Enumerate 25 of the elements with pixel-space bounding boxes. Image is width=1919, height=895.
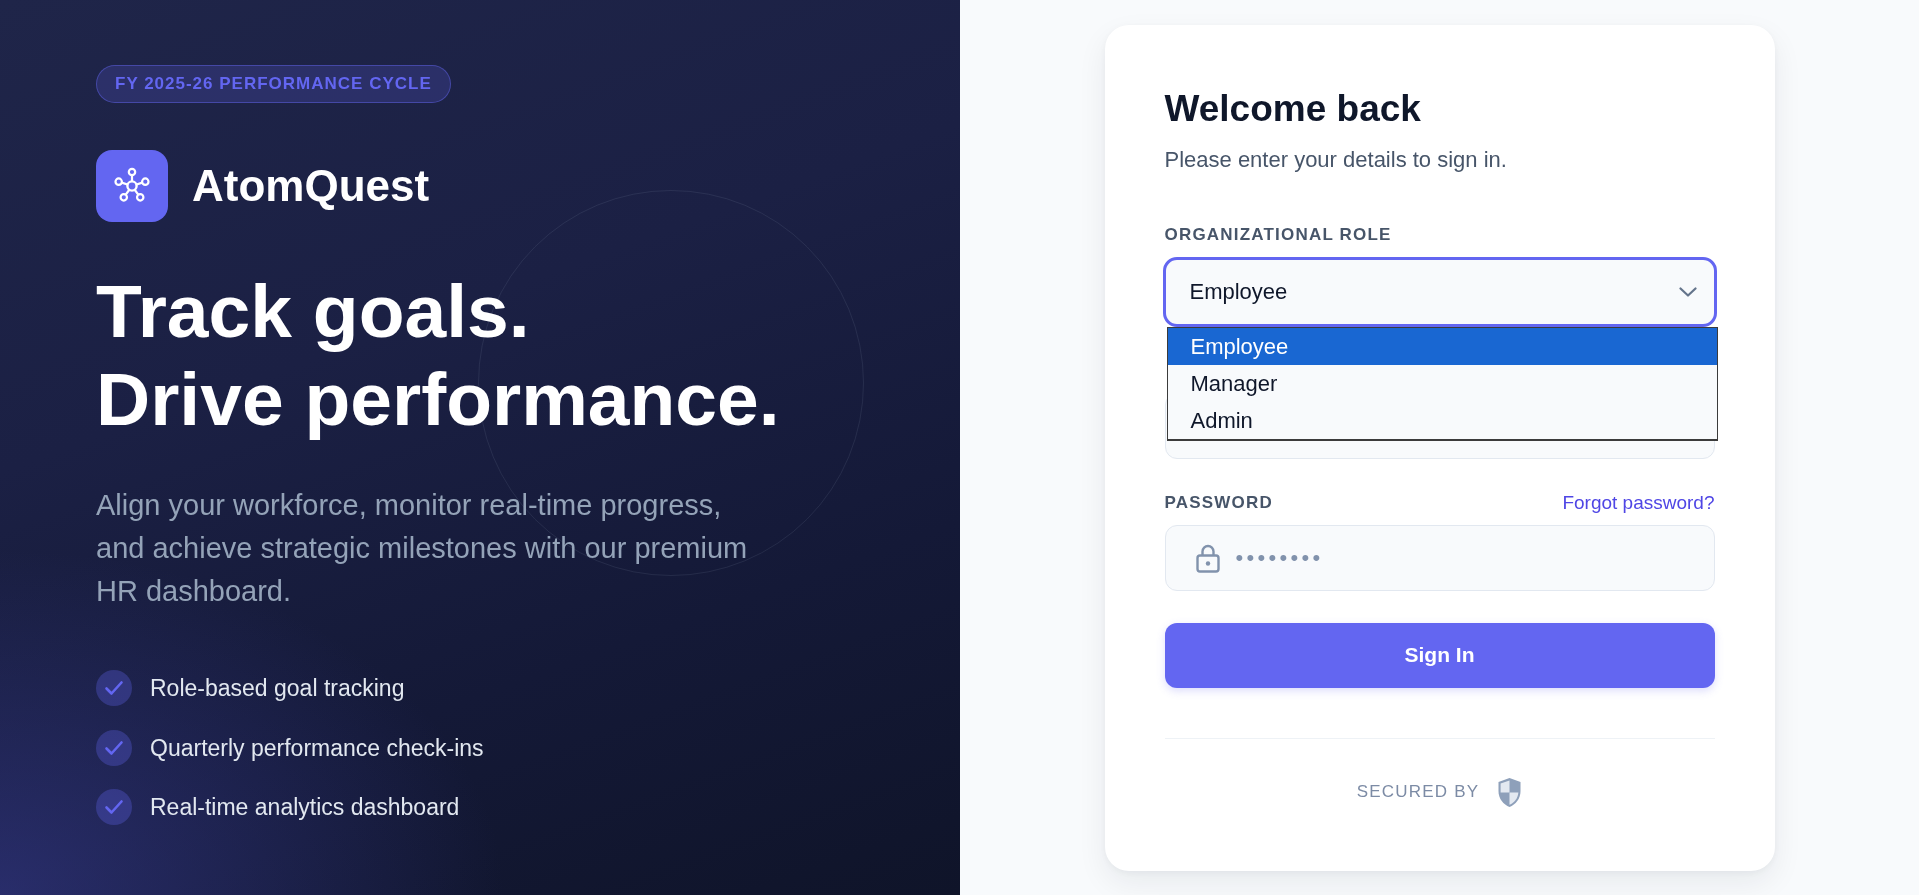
description-text: Align your workforce, monitor real-time progress, and achieve strategic milestones with our premium HR dashboard. — [96, 488, 749, 609]
check-icon — [96, 670, 132, 706]
headline: Track goals. Drive performance. — [96, 268, 780, 443]
brand-name: AtomQuest — [192, 161, 430, 211]
network-icon — [96, 150, 168, 222]
feature-text: Role-based goal tracking — [150, 674, 405, 702]
field-label: PASSWORD — [1164, 492, 1273, 513]
shield-icon — [1497, 776, 1523, 808]
card-title: Welcome back — [1164, 86, 1421, 131]
sign-in-button[interactable]: Sign In — [1164, 622, 1715, 688]
secured-by-label: SECURED BY — [1356, 782, 1480, 802]
feature-text: Quarterly performance check-ins — [150, 733, 484, 762]
chevron-down-icon — [1678, 286, 1697, 297]
check-icon — [96, 789, 132, 825]
dropdown-option[interactable]: Employee — [1167, 327, 1717, 365]
lock-icon — [1195, 542, 1220, 573]
forgot-password-link[interactable]: Forgot password? — [1562, 491, 1715, 514]
role-select[interactable]: Employee — [1162, 256, 1717, 327]
feature-text: Real-time analytics dashboard — [150, 793, 460, 821]
cycle-badge: FY 2025-26 PERFORMANCE CYCLE — [96, 65, 451, 103]
dropdown-option[interactable]: Admin — [1167, 401, 1717, 439]
check-icon — [96, 729, 132, 766]
field-label: ORGANIZATIONAL ROLE — [1164, 224, 1392, 245]
dropdown-option[interactable]: Manager — [1167, 364, 1717, 402]
card-subtitle: Please enter your details to sign in. — [1164, 145, 1507, 174]
